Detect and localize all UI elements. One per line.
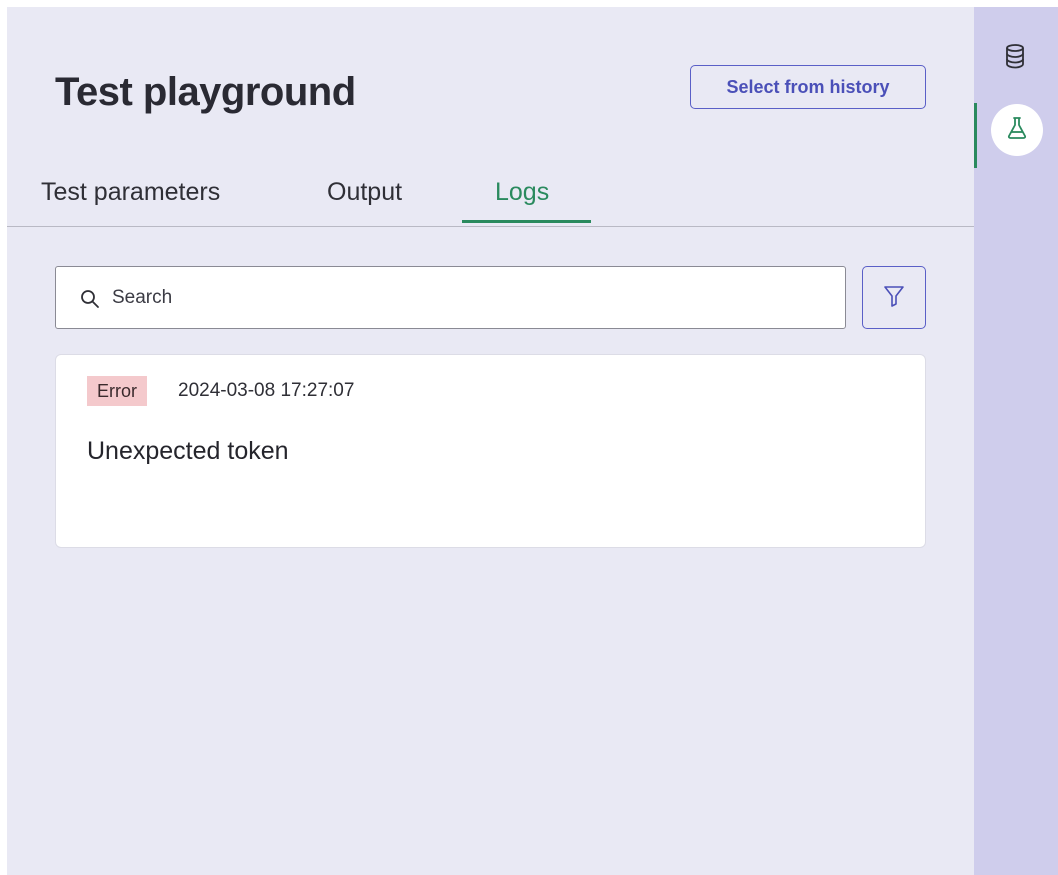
select-from-history-button[interactable]: Select from history <box>690 65 926 109</box>
active-rail-indicator <box>974 103 977 168</box>
tab-bar: Test parameters Output Logs <box>7 167 974 227</box>
page-title: Test playground <box>55 70 356 114</box>
search-icon <box>80 289 100 309</box>
tab-test-parameters[interactable]: Test parameters <box>41 167 220 226</box>
app-frame: Test playground Select from history Test… <box>0 0 1058 875</box>
flask-icon <box>1006 116 1028 145</box>
log-timestamp: 2024-03-08 17:27:07 <box>178 380 355 401</box>
search-input[interactable] <box>110 267 834 329</box>
search-box <box>55 266 846 329</box>
tab-output[interactable]: Output <box>327 167 402 226</box>
filter-icon <box>883 284 905 311</box>
tab-logs[interactable]: Logs <box>495 167 549 226</box>
test-playground-rail-button[interactable] <box>991 104 1043 156</box>
database-icon[interactable] <box>1003 43 1027 71</box>
test-playground-panel: Test playground Select from history Test… <box>7 7 974 875</box>
filter-button[interactable] <box>862 266 926 329</box>
log-level-badge: Error <box>87 376 147 406</box>
active-tab-indicator <box>462 220 591 223</box>
right-side-rail <box>974 7 1058 875</box>
log-message: Unexpected token <box>87 437 289 465</box>
log-entry[interactable]: Error 2024-03-08 17:27:07 Unexpected tok… <box>55 354 926 548</box>
